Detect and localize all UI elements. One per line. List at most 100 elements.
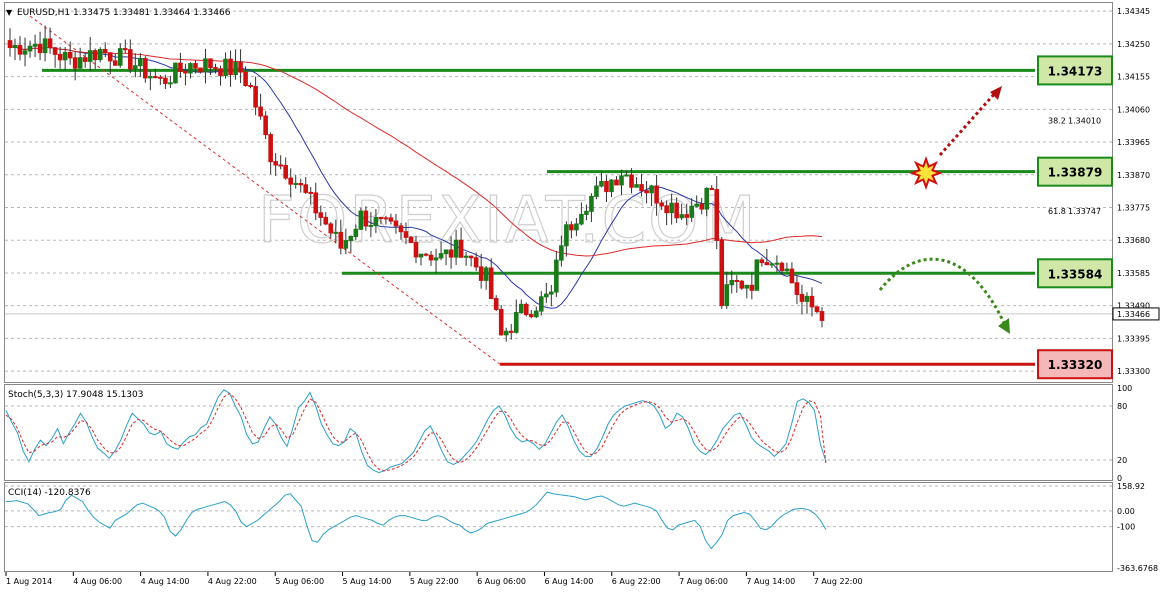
candle-body xyxy=(604,180,609,193)
candle-body xyxy=(353,228,359,237)
candle-body xyxy=(704,187,710,210)
candle-body xyxy=(233,61,238,76)
candle-body xyxy=(143,58,148,79)
candle-body xyxy=(433,257,439,261)
stoch-signal-line xyxy=(5,392,827,472)
candle-body xyxy=(418,253,424,258)
candle-body xyxy=(443,249,449,255)
candle-body xyxy=(609,179,614,193)
candle-body xyxy=(719,239,725,307)
candle-body xyxy=(328,223,334,234)
candle-body xyxy=(148,76,153,79)
candle-body xyxy=(338,231,344,249)
candle-body xyxy=(133,65,138,70)
candle-body xyxy=(127,49,133,70)
x-tick-label: 5 Aug 06:00 xyxy=(275,577,324,586)
candle-body xyxy=(388,217,394,222)
x-tick-label: 5 Aug 22:00 xyxy=(410,577,459,586)
candle-body xyxy=(714,189,720,241)
stochastic: 10080200 xyxy=(5,384,1132,483)
candle-body xyxy=(173,62,178,84)
candle-body xyxy=(22,50,28,55)
candle-body xyxy=(458,239,464,258)
candle-body xyxy=(559,245,564,261)
candle-body xyxy=(814,306,820,313)
price-tick-label: 1.34060 xyxy=(1117,105,1150,114)
price-tick-label: 1.33965 xyxy=(1117,138,1150,147)
candle-body xyxy=(107,52,113,62)
x-tick-label: 4 Aug 14:00 xyxy=(141,577,190,586)
candle-body xyxy=(674,202,679,219)
candle-body xyxy=(72,57,78,69)
candle-body xyxy=(754,259,760,291)
fib-price-label: 1.34010 xyxy=(1068,117,1101,126)
candle-body xyxy=(37,43,43,54)
candle-body xyxy=(42,38,48,54)
candle-body xyxy=(17,45,23,55)
price-tick-label: 1.34250 xyxy=(1117,40,1150,49)
fib-price-label: 1.33747 xyxy=(1068,207,1101,216)
level-value-label: 1.33320 xyxy=(1048,358,1103,372)
x-tick-label: 5 Aug 14:00 xyxy=(343,577,392,586)
candle-body xyxy=(198,67,203,73)
candle-body xyxy=(62,51,68,61)
symbol-label: EURUSD,H1 1.33475 1.33481 1.33464 1.3346… xyxy=(17,8,231,18)
candle-body xyxy=(639,184,644,192)
candle-body xyxy=(92,50,98,61)
x-tick-label: 6 Aug 22:00 xyxy=(612,577,661,586)
candle-body xyxy=(253,86,258,108)
candle-body xyxy=(614,179,619,186)
candle-body xyxy=(589,195,594,212)
candle-body xyxy=(298,182,304,186)
candle-body xyxy=(77,57,83,69)
candle-body xyxy=(794,282,800,295)
candle-body xyxy=(699,203,705,210)
stoch-tick-label: 80 xyxy=(1117,402,1127,411)
candle-body xyxy=(468,255,474,259)
candle-body xyxy=(799,293,805,302)
candle-body xyxy=(483,267,489,281)
candle-body xyxy=(263,115,268,136)
candle-body xyxy=(669,202,674,214)
candle-body xyxy=(689,205,694,218)
candle-body xyxy=(97,49,103,61)
watermark-text: FOREXIAT.COM xyxy=(258,184,758,258)
candle-body xyxy=(644,190,649,194)
price-tick-label: 1.33870 xyxy=(1117,171,1150,180)
candle-body xyxy=(503,330,509,336)
candle-body xyxy=(248,85,253,88)
candle-body xyxy=(729,280,735,286)
up-forecast-arrow xyxy=(938,91,998,156)
candle-body xyxy=(774,262,780,265)
candle-body xyxy=(664,205,669,214)
candle-body xyxy=(52,47,58,55)
candle-body xyxy=(634,184,639,188)
candle-body xyxy=(378,216,384,219)
candle-body xyxy=(569,224,574,231)
candle-body xyxy=(413,242,419,258)
candle-body xyxy=(122,48,128,51)
candle-body xyxy=(544,293,549,298)
level-value-label: 1.33584 xyxy=(1048,267,1103,281)
candle-body xyxy=(408,236,414,244)
x-tick-label: 7 Aug 22:00 xyxy=(814,577,863,586)
candle-body xyxy=(138,58,143,67)
candle-body xyxy=(684,214,689,218)
candle-body xyxy=(629,174,634,188)
candle-body xyxy=(769,263,775,266)
candle-body xyxy=(584,210,589,215)
cci-tick-label: 0.00 xyxy=(1117,507,1135,516)
candle-body xyxy=(218,68,223,77)
symbol-dropdown-icon[interactable]: ▼ xyxy=(6,8,13,17)
candle-body xyxy=(323,216,329,225)
candle-body xyxy=(599,180,604,187)
price-tick-label: 1.33775 xyxy=(1117,204,1150,213)
candle-body xyxy=(804,295,810,302)
candle-body xyxy=(203,58,208,73)
candle-body xyxy=(278,164,283,167)
candle-body xyxy=(178,62,183,72)
forecast-arrows xyxy=(878,86,1010,334)
chart-svg: 38.2 1.34010 61.8 1.33747 FOREXIAT.COM 1.34… xyxy=(4,2,1160,586)
candle-body xyxy=(57,53,63,61)
candle-body xyxy=(223,58,228,77)
